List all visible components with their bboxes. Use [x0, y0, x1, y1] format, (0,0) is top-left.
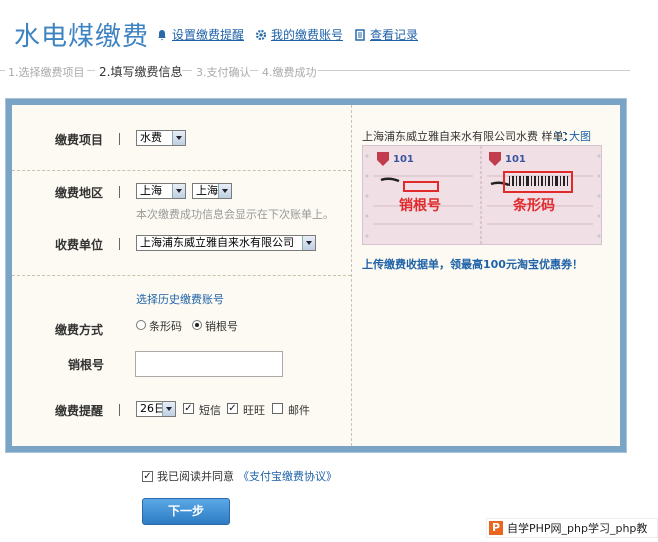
province-select[interactable]: 上海: [136, 183, 186, 199]
reminder-label: 缴费提醒: [55, 404, 104, 418]
step-1: 1.选择缴费项目: [8, 66, 85, 79]
step-divider: [0, 70, 5, 71]
svg-text:101: 101: [393, 154, 414, 165]
step-divider: [87, 70, 95, 71]
php-logo-icon: P: [489, 521, 503, 535]
unit-select-value: 上海浦东威立雅自来水有限公司: [140, 236, 294, 249]
sales-number-input[interactable]: [135, 351, 283, 377]
my-accounts-label: 我的缴费账号: [271, 28, 344, 42]
wangwang-checkbox[interactable]: ✓: [227, 403, 238, 414]
sample-receipt-image[interactable]: 101 101 销根号 条形码: [362, 145, 602, 245]
item-label: 缴费项目: [55, 133, 104, 147]
gear-icon: [255, 29, 267, 40]
item-select-value: 水费: [140, 131, 162, 144]
document-icon: [355, 28, 365, 41]
page-title: 水电煤缴费: [14, 22, 150, 52]
step-2-active: 2.填写缴费信息: [99, 65, 183, 79]
label-separator: [119, 186, 120, 198]
region-hint: 本次缴费成功信息会显示在下次账单上。: [136, 208, 334, 221]
dropdown-arrow-icon: [172, 184, 185, 198]
agree-checkbox[interactable]: ✓: [142, 470, 153, 482]
set-reminder-link[interactable]: 设置缴费提醒: [156, 26, 244, 43]
sales-number-label: 销根号: [68, 358, 105, 372]
set-reminder-label: 设置缴费提醒: [172, 28, 245, 42]
step-divider: [318, 70, 630, 71]
barcode-radio[interactable]: [136, 320, 146, 330]
sales-number-highlight: [403, 181, 439, 192]
enlarge-icon: [557, 131, 566, 141]
bell-icon: [158, 29, 166, 40]
barcode-highlight: [503, 171, 573, 193]
dropdown-arrow-icon: [218, 184, 231, 198]
region-label: 缴费地区: [55, 186, 104, 200]
item-select[interactable]: 水费: [136, 130, 186, 146]
barcode-callout: 条形码: [513, 198, 555, 214]
row-divider: [12, 170, 351, 171]
agreement-row: ✓ 我已阅读并同意 《支付宝缴费协议》: [142, 468, 337, 484]
upload-receipt-promo[interactable]: 上传缴费收据单，领最高100元淘宝优惠券！: [362, 256, 583, 272]
column-divider: [351, 105, 352, 446]
sales-number-callout: 销根号: [399, 198, 441, 214]
email-checkbox-label: 邮件: [288, 404, 310, 417]
unit-label: 收费单位: [55, 238, 104, 252]
progress-steps: 1.选择缴费项目 2.填写缴费信息 3.支付确认 4.缴费成功: [0, 62, 640, 80]
email-checkbox[interactable]: [272, 403, 283, 414]
label-separator: [119, 133, 120, 145]
my-accounts-link[interactable]: 我的缴费账号: [255, 26, 343, 43]
sales-number-radio[interactable]: [192, 320, 202, 330]
step-divider: [182, 70, 192, 71]
next-step-button[interactable]: 下一步: [142, 498, 230, 525]
step-4: 4.缴费成功: [262, 66, 317, 79]
history-accounts-link[interactable]: 选择历史缴费账号: [136, 291, 224, 307]
dropdown-arrow-icon: [302, 236, 315, 250]
watermark-text: 自学PHP网_php学习_php教: [507, 522, 648, 535]
row-divider: [12, 275, 351, 276]
province-select-value: 上海: [140, 184, 162, 197]
step-divider: [250, 70, 258, 71]
enlarge-label: 大图: [569, 130, 591, 143]
sms-checkbox[interactable]: ✓: [183, 403, 194, 414]
dropdown-arrow-icon: [172, 131, 185, 145]
method-label: 缴费方式: [55, 323, 104, 337]
city-select[interactable]: 上海: [192, 183, 232, 199]
view-records-link[interactable]: 查看记录: [354, 26, 418, 43]
wangwang-checkbox-label: 旺旺: [243, 404, 265, 417]
dropdown-arrow-icon: [162, 402, 175, 416]
sales-number-radio-label: 销根号: [205, 320, 238, 333]
step-3: 3.支付确认: [196, 66, 251, 79]
svg-text:101: 101: [505, 154, 526, 165]
site-watermark: P 自学PHP网_php学习_php教: [486, 518, 658, 538]
label-separator: [119, 404, 120, 416]
reminder-day-select[interactable]: 26日: [136, 401, 176, 417]
view-records-label: 查看记录: [370, 28, 419, 42]
barcode-radio-label: 条形码: [149, 320, 182, 333]
label-separator: [119, 238, 120, 250]
unit-select[interactable]: 上海浦东威立雅自来水有限公司: [136, 235, 316, 251]
agreement-link[interactable]: 《支付宝缴费协议》: [238, 468, 337, 484]
sample-title: 上海浦东威立雅自来水有限公司水费 样单：: [362, 130, 575, 143]
city-select-value: 上海: [196, 184, 218, 197]
agree-text: 我已阅读并同意: [157, 470, 234, 483]
enlarge-image-link[interactable]: 大图: [557, 128, 591, 144]
sms-checkbox-label: 短信: [199, 404, 221, 417]
